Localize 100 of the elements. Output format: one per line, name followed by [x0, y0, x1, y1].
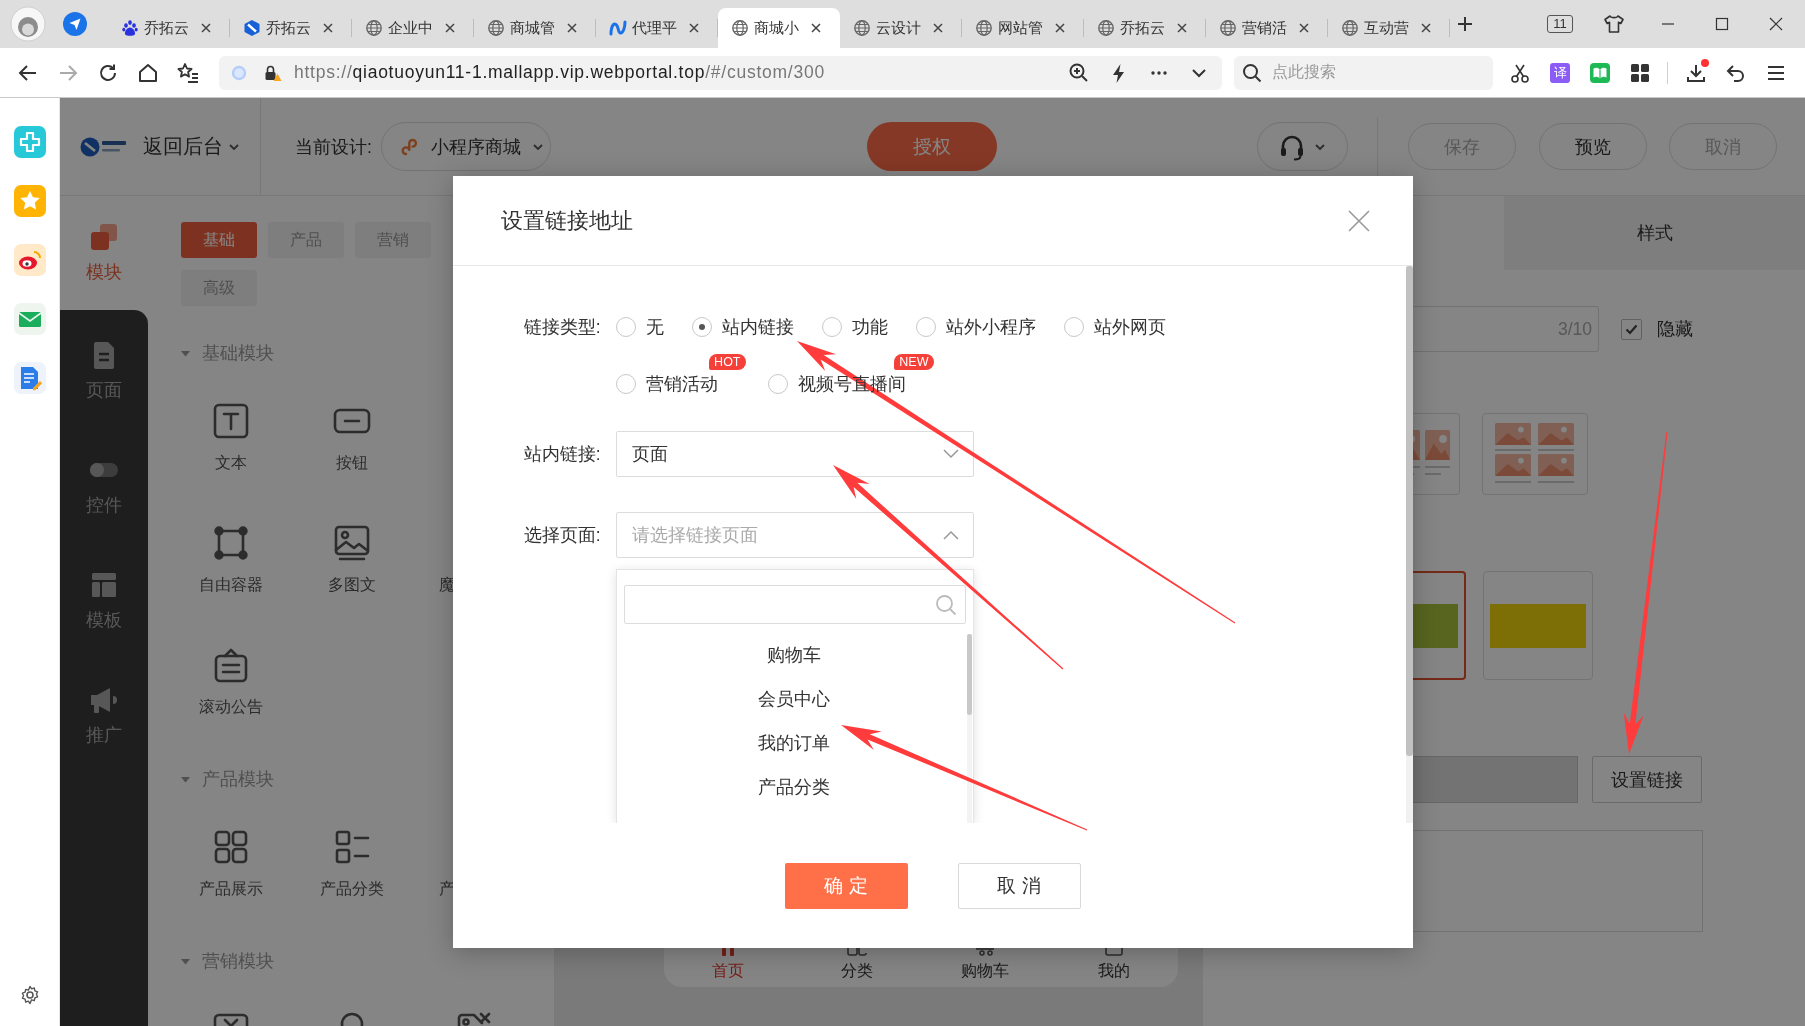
module-tile[interactable]: 产品分类: [291, 799, 412, 921]
close-icon[interactable]: [444, 22, 456, 34]
browser-tab[interactable]: 代理平: [596, 8, 718, 48]
radio-button[interactable]: [615, 317, 636, 337]
globe-icon: [487, 19, 505, 37]
browser-tab[interactable]: 网站管: [962, 8, 1084, 48]
eye-logo-icon[interactable]: [13, 244, 46, 276]
maximize-icon[interactable]: [1714, 16, 1730, 32]
address-bar[interactable]: https://qiaotuoyun11-1.mallapp.vip.webportal.top/#/custom/300: [219, 55, 1222, 90]
support-button[interactable]: [1256, 122, 1348, 171]
close-icon[interactable]: [322, 22, 334, 34]
dropdown-option[interactable]: 我的订单: [623, 721, 965, 765]
apps-icon[interactable]: [1629, 61, 1651, 84]
browser-tab[interactable]: 云设计: [840, 8, 962, 48]
phone-tab[interactable]: 购物车: [921, 948, 1050, 987]
close-icon[interactable]: [932, 22, 944, 34]
form-label: 链接类型:: [522, 316, 601, 339]
label-badge: NEW: [894, 354, 934, 370]
set-link-button[interactable]: 设置链接: [1592, 756, 1702, 803]
plus-icon[interactable]: [1457, 16, 1473, 32]
radio-button[interactable]: [821, 317, 842, 337]
browser-tab[interactable]: 乔拓云: [230, 8, 352, 48]
radio-option[interactable]: 功能: [821, 312, 888, 342]
select-field[interactable]: 页面: [615, 431, 974, 477]
module-tile[interactable]: 按钮: [291, 373, 412, 495]
dropdown-option[interactable]: 购物车: [623, 633, 965, 677]
sidebar-tab[interactable]: 页面: [60, 310, 148, 425]
close-icon[interactable]: [1420, 22, 1432, 34]
book-icon[interactable]: [1589, 61, 1611, 84]
globe-icon: [731, 19, 749, 37]
module-tile[interactable]: 产: [439, 879, 455, 899]
navigation-icon[interactable]: [63, 12, 87, 36]
module-tile[interactable]: 多图文: [291, 495, 412, 617]
phone-tab[interactable]: 我的: [1049, 948, 1178, 987]
close-icon[interactable]: [1768, 16, 1784, 32]
checkbox[interactable]: [1621, 318, 1642, 340]
radio-option[interactable]: 站外网页: [1063, 312, 1166, 342]
textarea-field[interactable]: [1412, 830, 1703, 932]
star-tile-icon[interactable]: [13, 185, 46, 217]
phone-tab[interactable]: 分类: [792, 948, 921, 987]
sidebar-tab[interactable]: 控件: [60, 425, 148, 540]
cancel-button[interactable]: 取 消: [957, 863, 1081, 909]
search-field[interactable]: 点此搜索: [1234, 55, 1493, 90]
module-tile[interactable]: 魔: [439, 575, 455, 595]
browser-tab[interactable]: 乔拓云: [1084, 8, 1206, 48]
confirm-button[interactable]: 确 定: [784, 863, 908, 909]
radio-option[interactable]: 站内链接: [691, 312, 794, 342]
close-icon[interactable]: [1176, 22, 1188, 34]
close-icon[interactable]: [1298, 22, 1310, 34]
image-option[interactable]: [1412, 571, 1466, 680]
panel-tab[interactable]: 样式: [1504, 196, 1805, 270]
sidebar-tab[interactable]: 模板: [60, 540, 148, 655]
radio-button[interactable]: [615, 374, 636, 394]
close-icon[interactable]: [688, 22, 700, 34]
browser-tab[interactable]: 乔拓云: [108, 8, 230, 48]
close-icon[interactable]: [810, 22, 822, 34]
scrollbar-thumb[interactable]: [966, 634, 972, 715]
settings-icon[interactable]: [19, 985, 40, 1005]
tab-count-button[interactable]: 11: [1547, 15, 1573, 33]
close-icon[interactable]: [566, 22, 578, 34]
bookmark-star-icon[interactable]: [177, 61, 199, 84]
module-tile[interactable]: 自由容器: [170, 495, 291, 617]
shirt-icon[interactable]: [1603, 13, 1625, 35]
label-badge: HOT: [709, 354, 746, 370]
back-menu[interactable]: 返回后台: [143, 133, 240, 160]
home-icon[interactable]: [137, 61, 159, 84]
close-icon[interactable]: [200, 22, 212, 34]
radio-option[interactable]: 无: [615, 312, 664, 342]
dropdown-option[interactable]: 会员中心: [623, 677, 965, 721]
radio-option[interactable]: 营销活动: [615, 369, 718, 399]
module-tile[interactable]: 滚动公告: [170, 617, 291, 739]
module-tile[interactable]: 产品展示: [170, 799, 291, 921]
translate-button[interactable]: 译: [1550, 62, 1570, 83]
radio-button[interactable]: [691, 317, 712, 337]
radio-button[interactable]: [915, 317, 936, 337]
browser-tab[interactable]: 商城管: [474, 8, 596, 48]
radio-button[interactable]: [767, 374, 788, 394]
zoom-in-icon[interactable]: [1068, 61, 1090, 84]
phone-tab[interactable]: 首页: [664, 948, 793, 987]
radio-option[interactable]: 站外小程序: [915, 312, 1036, 342]
mail-icon[interactable]: [13, 303, 46, 335]
browser-tab[interactable]: 互动营: [1328, 8, 1450, 48]
tab-icon: [844, 948, 869, 956]
browser-tab[interactable]: 商城小: [718, 8, 840, 48]
category-tab[interactable]: 基础: [181, 222, 257, 258]
close-icon[interactable]: [1054, 22, 1066, 34]
checkbox-option[interactable]: 隐藏: [1621, 317, 1693, 341]
select-field[interactable]: 请选择链接页面: [615, 512, 974, 558]
document-edit-icon[interactable]: [13, 362, 46, 394]
design-select[interactable]: 小程序商城: [380, 122, 551, 171]
action-button[interactable]: 预览: [1538, 123, 1647, 170]
plus-tile-icon[interactable]: [13, 126, 46, 158]
radio-button[interactable]: [1063, 317, 1084, 337]
module-tile[interactable]: 文本: [170, 373, 291, 495]
avatar-icon: [10, 6, 46, 42]
browser-tab[interactable]: 企业中: [352, 8, 474, 48]
search-field[interactable]: [623, 585, 966, 624]
dropdown-option[interactable]: 产品分类: [623, 765, 965, 809]
browser-tab[interactable]: 营销活: [1206, 8, 1328, 48]
sidebar-tab[interactable]: 推广: [60, 655, 148, 1026]
